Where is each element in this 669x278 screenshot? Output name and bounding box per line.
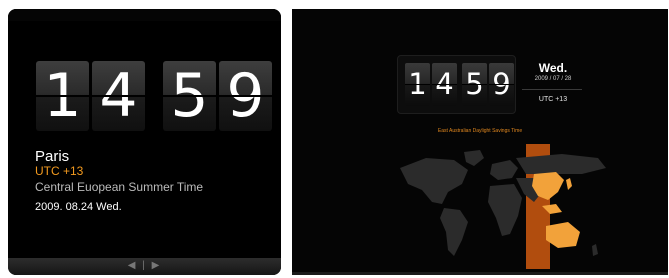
utc-offset: UTC +13 bbox=[35, 164, 84, 178]
divider bbox=[522, 89, 582, 90]
minute-tens-tile: 5 bbox=[462, 63, 487, 106]
bottom-edge bbox=[292, 272, 668, 275]
date-label: 2009 / 07 / 28 bbox=[534, 76, 572, 82]
island-japan bbox=[566, 178, 572, 190]
date-label: 2009. 08.24 Wed. bbox=[35, 201, 122, 213]
hour-ones-tile: 4 bbox=[432, 63, 457, 106]
timezone-name: Central Euopean Summer Time bbox=[35, 180, 204, 194]
continent-north-asia bbox=[516, 154, 606, 174]
weekday-label: Wed. bbox=[538, 61, 568, 75]
continent-north-america bbox=[400, 158, 468, 204]
hour-tens-tile: 1 bbox=[405, 63, 430, 106]
continent-australia bbox=[546, 222, 580, 248]
bottom-bar: ◀ | ▶ bbox=[8, 258, 281, 275]
island-new-zealand bbox=[592, 244, 598, 256]
continent-africa bbox=[488, 184, 522, 236]
left-clock-widget: 1 4 5 9 Paris UTC +13 Central Euopean Su… bbox=[8, 9, 281, 275]
continent-europe bbox=[490, 160, 518, 180]
world-map-icon[interactable] bbox=[386, 144, 636, 269]
right-clock-widget: 1 4 5 9 Wed. 2009 / 07 / 28 UTC +13 East… bbox=[292, 9, 668, 275]
continent-greenland bbox=[464, 150, 484, 166]
timezone-name: East Australian Daylight Savings Time bbox=[437, 128, 523, 134]
flip-clock-panel: 1 4 5 9 bbox=[397, 55, 516, 114]
continent-south-america bbox=[440, 208, 468, 256]
minute-tens-tile: 5 bbox=[163, 61, 216, 131]
hour-ones-tile: 4 bbox=[92, 61, 145, 131]
hour-tens-tile: 1 bbox=[36, 61, 89, 131]
utc-offset: UTC +13 bbox=[538, 96, 568, 103]
minute-ones-tile: 9 bbox=[219, 61, 272, 131]
city-name: Paris bbox=[35, 148, 70, 165]
minute-ones-tile: 9 bbox=[489, 63, 514, 106]
top-strip bbox=[8, 9, 281, 21]
prev-next-arrows-icon[interactable]: ◀ | ▶ bbox=[128, 260, 162, 271]
